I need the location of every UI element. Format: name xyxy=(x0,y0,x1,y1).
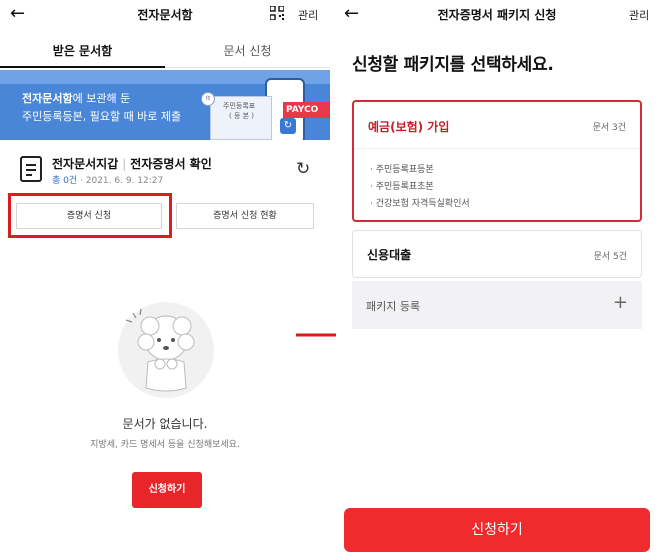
package-name: 예금(보험) 가입 xyxy=(368,120,450,134)
package-card-deposit-insurance[interactable]: 예금(보험) 가입 문서 3건 · 주민등록표등본 · 주민등록표초본 · 건강… xyxy=(352,100,642,222)
document-count: 총 0건 xyxy=(52,176,78,186)
register-package-button[interactable]: 패키지 등록 + xyxy=(352,281,642,329)
list-item: · 건강보험 자격득실확인서 xyxy=(370,199,470,209)
promo-banner[interactable]: 전자문서함에 보관해 둔 주민등록등본, 필요할 때 바로 제출 주민등록표 (… xyxy=(0,70,330,140)
document-illustration: 주민등록표 ( 등 본 ) xyxy=(210,96,272,140)
package-document-count: 문서 3건 xyxy=(592,123,626,133)
list-item: · 주민등록표초본 xyxy=(370,182,434,192)
active-tab-indicator xyxy=(0,66,165,68)
manage-button[interactable]: 관리 xyxy=(298,7,318,23)
wallet-subtitle: 총 0건 · 2021. 6. 9. 12:27 xyxy=(52,173,163,186)
package-document-list: · 주민등록표등본 · 주민등록표초본 · 건강보험 자격득실확인서 xyxy=(370,162,470,213)
plus-icon: + xyxy=(612,292,628,313)
card-divider xyxy=(354,148,640,149)
left-screen: ← 전자문서함 관리 받은 문서함 문서 신청 전자문서함에 보관해 둔 주민등… xyxy=(0,0,330,557)
banner-line2: 주민등록등본, 필요할 때 바로 제출 xyxy=(22,110,182,123)
package-card-credit-loan[interactable]: 신용대출 문서 5건 xyxy=(352,230,642,278)
document-tabs: 받은 문서함 문서 신청 xyxy=(0,38,330,68)
apply-submit-button[interactable]: 신청하기 xyxy=(344,508,650,552)
tab-received-documents[interactable]: 받은 문서함 xyxy=(0,38,165,68)
apply-button[interactable]: 신청하기 xyxy=(132,472,202,508)
payco-logo: PAYCO xyxy=(283,102,330,118)
tab-document-request[interactable]: 문서 신청 xyxy=(165,38,330,68)
refresh-icon[interactable]: ↻ xyxy=(296,159,310,179)
package-name: 신용대출 xyxy=(367,248,412,262)
empty-description: 지방세, 카드 명세서 등을 신청해보세요. xyxy=(90,440,240,450)
wallet-title: 전자문서지갑 | 전자증명서 확인 xyxy=(52,157,212,171)
manage-button[interactable]: 관리 xyxy=(629,7,649,23)
apply-certificate-button[interactable]: 증명서 신청 xyxy=(16,203,162,229)
select-package-heading: 신청할 패키지를 선택하세요. xyxy=(352,55,554,75)
left-top-bar: ← 전자문서함 관리 xyxy=(0,0,330,30)
last-updated: · 2021. 6. 9. 12:27 xyxy=(80,176,164,186)
page-title: 전자증명서 패키지 신청 xyxy=(437,8,557,22)
e-document-wallet: 전자문서지갑 | 전자증명서 확인 총 0건 · 2021. 6. 9. 12:27… xyxy=(20,154,320,188)
right-screen: ← 전자증명서 패키지 신청 관리 신청할 패키지를 선택하세요. 예금(보험)… xyxy=(336,0,658,557)
qr-code-icon[interactable] xyxy=(270,6,284,20)
register-package-label: 패키지 등록 xyxy=(366,300,421,313)
banner-line1: 전자문서함에 보관해 둔 xyxy=(22,92,131,105)
seal-icon: 印 xyxy=(201,92,215,106)
list-item: · 주민등록표등본 xyxy=(370,165,434,175)
empty-title: 문서가 없습니다. xyxy=(122,417,208,431)
certificate-status-button[interactable]: 증명서 신청 현황 xyxy=(176,203,314,229)
package-document-count: 문서 5건 xyxy=(593,252,627,262)
cert-buttons: 증명서 신청 증명서 신청 현황 xyxy=(16,203,314,229)
wallet-document-icon xyxy=(20,156,42,182)
cert-check-label[interactable]: 전자증명서 확인 xyxy=(130,157,211,171)
sync-icon: ↻ xyxy=(280,118,296,134)
empty-mascot-illustration xyxy=(118,302,214,398)
